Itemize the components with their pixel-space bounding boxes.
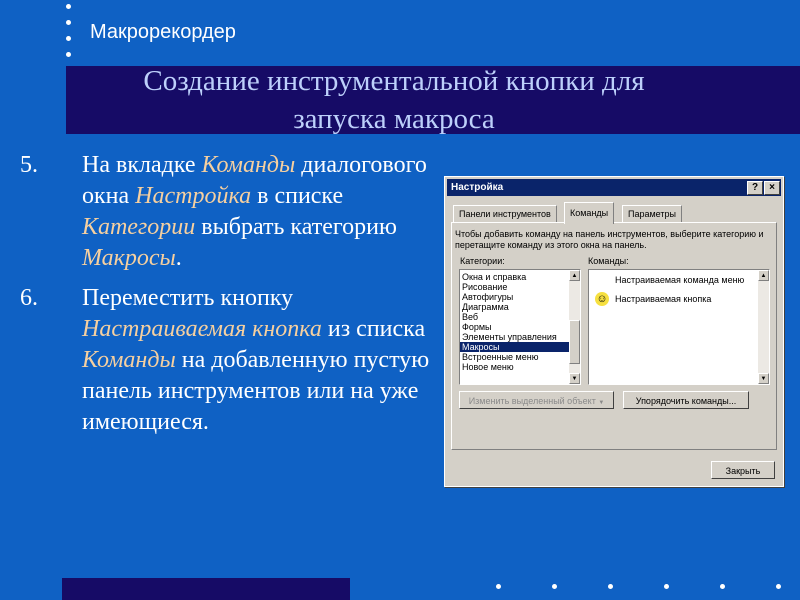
highlight-custom-button: Настраиваемая кнопка	[82, 316, 322, 342]
dialog-title-bar: Настройка ? ×	[447, 179, 781, 196]
decorative-dots-top	[66, 4, 78, 68]
categories-list[interactable]: Окна и справка Рисование Автофигуры Диаграм…	[459, 269, 581, 385]
scroll-thumb[interactable]	[569, 320, 580, 364]
dialog-title: Настройка	[451, 182, 504, 193]
categories-label: Категории:	[460, 256, 505, 266]
highlight-customize-dialog: Настройка	[135, 183, 252, 209]
tab-options[interactable]: Параметры	[622, 205, 682, 223]
category-item[interactable]: Формы	[460, 322, 580, 332]
modify-selection-label: Изменить выделенный объект	[468, 396, 596, 406]
category-item[interactable]: Макросы	[460, 342, 580, 352]
category-item[interactable]: Встроенные меню	[460, 352, 580, 362]
step-text: из списка	[321, 316, 426, 342]
step-text: выбрать категорию	[195, 214, 397, 240]
category-item[interactable]: Автофигуры	[460, 292, 580, 302]
scroll-down-icon[interactable]: ▼	[569, 373, 580, 384]
steps-list: 5. На вкладке Команды диалогового окна Н…	[20, 150, 430, 447]
bottom-band	[62, 578, 350, 600]
step-6: 6. Переместить кнопку Настраиваемая кноп…	[20, 283, 430, 438]
category-item[interactable]: Элементы управления	[460, 332, 580, 342]
step-text: На вкладке	[82, 152, 202, 178]
highlight-commands-tab: Команды	[201, 152, 296, 178]
category-item[interactable]: Диаграмма	[460, 302, 580, 312]
commands-label: Команды:	[588, 256, 629, 266]
category-item[interactable]: Рисование	[460, 282, 580, 292]
customize-dialog: Настройка ? × Панели инструментов Команд…	[444, 176, 784, 487]
chevron-down-icon: ▼	[598, 400, 605, 406]
step-text: .	[175, 245, 182, 271]
modify-selection-button[interactable]: Изменить выделенный объект ▼	[459, 391, 614, 409]
category-item[interactable]: Новое меню	[460, 362, 580, 372]
step-text: в списке	[251, 183, 344, 209]
slide-title-line-1: Создание инструментальной кнопки для	[143, 65, 645, 97]
scroll-up-icon[interactable]: ▲	[758, 270, 769, 281]
close-icon[interactable]: ×	[764, 181, 780, 195]
highlight-commands-list: Команды	[82, 347, 176, 373]
categories-items: Окна и справка Рисование Автофигуры Диаграм…	[460, 272, 580, 372]
category-item[interactable]: Окна и справка	[460, 272, 580, 282]
highlight-macros: Макросы	[82, 245, 176, 271]
command-custom-menu-item[interactable]: Настраиваемая команда меню	[615, 275, 744, 285]
commands-list[interactable]: Настраиваемая команда меню ☺ Настраиваем…	[588, 269, 770, 385]
categories-scrollbar[interactable]: ▲ ▼	[569, 270, 580, 384]
command-custom-button[interactable]: Настраиваемая кнопка	[615, 294, 711, 304]
category-item[interactable]: Веб	[460, 312, 580, 322]
scroll-up-icon[interactable]: ▲	[569, 270, 580, 281]
rearrange-commands-button[interactable]: Упорядочить команды...	[623, 391, 749, 409]
highlight-categories: Категории	[82, 214, 196, 240]
step-number: 5.	[20, 152, 38, 178]
step-text: Переместить кнопку	[82, 285, 294, 311]
slide-title: Создание инструментальной кнопки для зап…	[66, 62, 722, 138]
tab-commands[interactable]: Команды	[564, 202, 615, 224]
tab-toolbars[interactable]: Панели инструментов	[453, 205, 557, 223]
help-button[interactable]: ?	[747, 181, 763, 195]
instruction-text: Чтобы добавить команду на панель инструм…	[455, 229, 764, 250]
slide-title-line-2: запуска макроса	[293, 103, 495, 135]
commands-scrollbar[interactable]: ▲ ▼	[758, 270, 769, 384]
close-dialog-button[interactable]: Закрыть	[711, 461, 775, 479]
step-5: 5. На вкладке Команды диалогового окна Н…	[20, 150, 430, 274]
scroll-down-icon[interactable]: ▼	[758, 373, 769, 384]
step-number: 6.	[20, 285, 38, 311]
smiley-icon: ☺	[595, 292, 609, 306]
slide-topic: Макрорекордер	[90, 21, 236, 43]
